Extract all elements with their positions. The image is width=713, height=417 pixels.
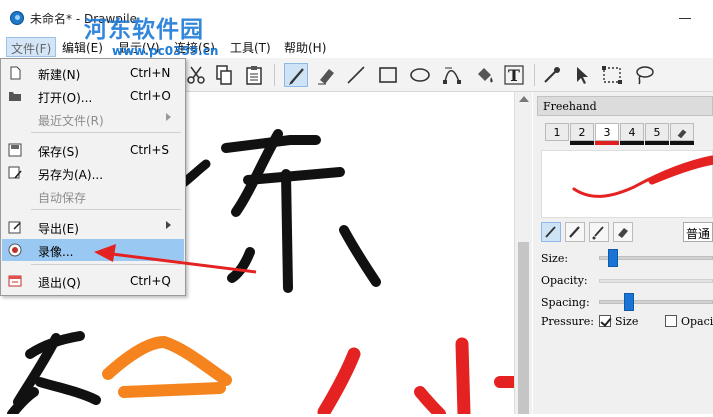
annotation-arrow — [94, 244, 257, 274]
watermark-url: www.pc0359.cn — [112, 44, 219, 58]
watermark-text: 河东软件园 — [84, 17, 204, 43]
